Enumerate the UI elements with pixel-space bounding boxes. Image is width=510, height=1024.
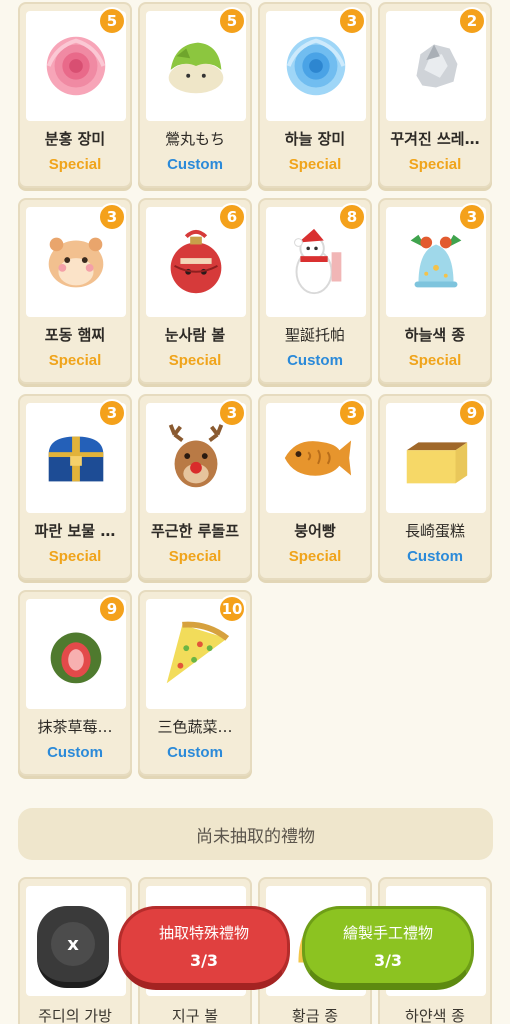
gift-name: 눈사람 볼 [164, 326, 226, 344]
reindeer-icon [168, 424, 224, 488]
gift-name: 황금 종 [291, 1007, 339, 1024]
draw-special-label: 抽取特殊禮物 [158, 924, 249, 942]
make-custom-label: 繪製手工禮物 [342, 924, 433, 942]
gift-tier: Custom [407, 548, 463, 565]
close-button[interactable]: x [37, 906, 109, 988]
count-badge: 6 [218, 203, 246, 231]
count-badge: 2 [458, 7, 486, 35]
gift-card[interactable]: 8 聖誕托帕 Custom [258, 198, 372, 384]
count-badge: 5 [218, 7, 246, 35]
christmas-polar-bear-icon [294, 228, 342, 295]
count-badge: 3 [218, 399, 246, 427]
gift-tier: Special [408, 156, 462, 173]
count-badge: 9 [98, 595, 126, 623]
gift-name: 鶯丸もち [164, 130, 225, 148]
gift-name: 하늘 장미 [284, 130, 346, 148]
gift-tier: Custom [287, 352, 343, 369]
gift-card[interactable]: 5 분홍 장미 Special [18, 2, 132, 188]
undrawn-gifts-header: 尚未抽取的禮物 [18, 808, 493, 860]
gift-name: 하늘색 종 [404, 326, 466, 344]
gift-card[interactable]: 3 붕어빵 Special [258, 394, 372, 580]
gift-name: 붕어빵 [294, 522, 336, 540]
gift-card[interactable]: 10 三色蔬菜… Custom [138, 590, 252, 776]
make-custom-gift-button[interactable]: 繪製手工禮物 3/3 [302, 906, 474, 990]
count-badge: 3 [98, 399, 126, 427]
gift-tier: Special [48, 156, 102, 173]
pink-rose-icon [46, 36, 106, 96]
gift-card[interactable]: 3 푸근한 루돌프 Special [138, 394, 252, 580]
gift-card[interactable]: 3 파란 보물 … Special [18, 394, 132, 580]
gift-tier: Special [408, 352, 462, 369]
gift-name: 長崎蛋糕 [404, 522, 465, 540]
gift-tier: Custom [47, 744, 103, 761]
pizza-slice-icon [166, 621, 230, 684]
gift-tier: Special [168, 352, 222, 369]
blue-bell-icon [410, 234, 462, 288]
count-badge: 3 [338, 399, 366, 427]
gift-tier: Special [288, 548, 342, 565]
gift-tier: Special [48, 352, 102, 369]
hamster-icon [48, 237, 104, 288]
close-icon: x [51, 922, 95, 966]
green-mochi-icon [168, 42, 224, 94]
taiyaki-icon [284, 440, 352, 476]
gift-card[interactable]: 3 하늘색 종 Special [378, 198, 492, 384]
gift-card[interactable]: 9 長崎蛋糕 Custom [378, 394, 492, 580]
snowman-ornament-icon [170, 229, 222, 294]
draw-special-gift-button[interactable]: 抽取特殊禮物 3/3 [118, 906, 290, 990]
count-badge: 3 [338, 7, 366, 35]
gift-name: 포동 햄찌 [44, 326, 106, 344]
gift-name: 파란 보물 … [34, 522, 116, 540]
gift-name: 하얀색 종 [405, 1007, 465, 1024]
count-badge: 3 [98, 203, 126, 231]
gift-name: 지구 볼 [171, 1007, 219, 1024]
gift-name: 꾸겨진 쓰레… [390, 130, 480, 148]
gift-card[interactable]: 2 꾸겨진 쓰레… Special [378, 2, 492, 188]
gift-name: 三色蔬菜… [157, 718, 233, 736]
gift-card[interactable]: 3 포동 햄찌 Special [18, 198, 132, 384]
gift-name: 聖誕托帕 [284, 326, 345, 344]
count-badge: 9 [458, 399, 486, 427]
gift-tier: Custom [167, 744, 223, 761]
gift-grid: 5 분홍 장미 Special 5 鶯丸もち Custom 3 하늘 장미 Sp… [18, 2, 494, 776]
gift-card[interactable]: 9 抹茶草莓… Custom [18, 590, 132, 776]
gift-name: 분홍 장미 [44, 130, 106, 148]
castella-cake-icon [406, 442, 468, 484]
draw-special-progress: 3/3 [189, 951, 219, 970]
count-badge: 8 [338, 203, 366, 231]
gift-name: 주디의 가방 [38, 1007, 112, 1024]
gift-tier: Special [288, 156, 342, 173]
gift-tier: Special [48, 548, 102, 565]
sky-blue-rose-icon [286, 36, 346, 96]
matcha-strawberry-icon [50, 632, 102, 684]
gift-tier: Custom [167, 156, 223, 173]
treasure-chest-icon [48, 436, 104, 482]
gift-card[interactable]: 6 눈사람 볼 Special [138, 198, 252, 384]
gift-name: 푸근한 루돌프 [150, 522, 240, 540]
gift-name: 抹茶草莓… [37, 718, 113, 736]
gift-card[interactable]: 3 하늘 장미 Special [258, 2, 372, 188]
gift-tier: Special [168, 548, 222, 565]
crumpled-paper-icon [416, 44, 458, 88]
count-badge: 3 [458, 203, 486, 231]
count-badge: 10 [218, 595, 246, 623]
count-badge: 5 [98, 7, 126, 35]
make-custom-progress: 3/3 [373, 951, 403, 970]
gift-card[interactable]: 5 鶯丸もち Custom [138, 2, 252, 188]
